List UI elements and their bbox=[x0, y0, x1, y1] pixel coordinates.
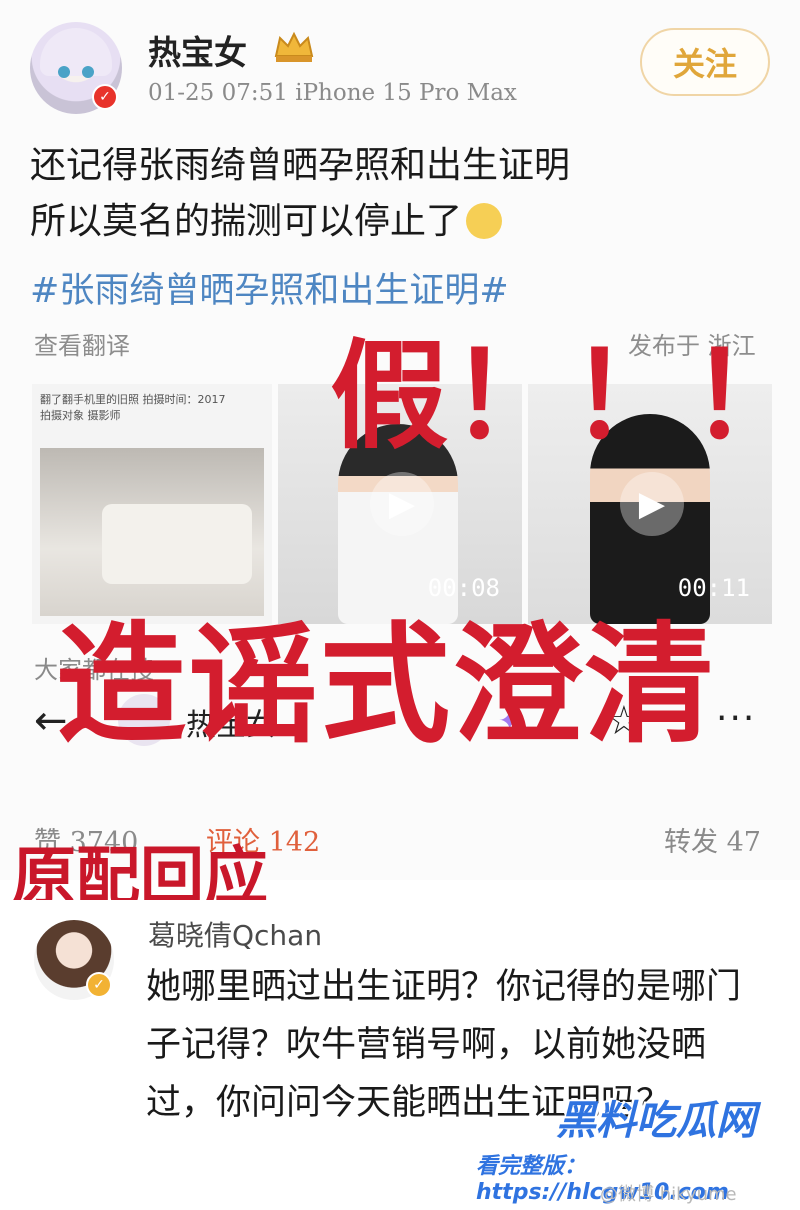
translate-link[interactable]: 查看翻译 bbox=[34, 326, 130, 361]
more-icon[interactable]: ··· bbox=[716, 698, 756, 739]
crown-icon bbox=[274, 31, 314, 62]
rumor-overlay-text: 造谣式澄清 bbox=[56, 609, 717, 761]
play-icon[interactable]: ▶ bbox=[370, 472, 434, 536]
post-meta: 01-25 07:51 iPhone 15 Pro Max bbox=[148, 80, 517, 106]
embedded-screenshot-caption: 翻了翻手机里的旧照 拍摄时间：2017 拍摄对象 摄影师 bbox=[40, 393, 226, 422]
follow-button[interactable]: 关注 bbox=[640, 28, 770, 96]
post-username[interactable]: 热宝女 bbox=[148, 26, 247, 74]
post-line-2: 所以莫名的揣测可以停止了 bbox=[30, 194, 570, 250]
watermark-weibo: @微博 hikyume bbox=[600, 1184, 737, 1205]
fake-overlay-text: 假！！！ bbox=[330, 327, 800, 465]
repost-count[interactable]: 转发 47 bbox=[664, 820, 761, 859]
reply-username[interactable]: 葛晓倩Qchan bbox=[148, 914, 322, 954]
thinking-emoji-icon bbox=[466, 203, 503, 239]
sofa-shape bbox=[102, 504, 252, 584]
post-line-1: 还记得张雨绮曾晒孕照和出生证明 bbox=[30, 145, 571, 186]
verified-badge-icon: ✓ bbox=[92, 84, 118, 110]
avatar-eye-right bbox=[82, 66, 94, 78]
avatar-hair bbox=[40, 28, 112, 76]
avatar-eye-left bbox=[58, 66, 70, 78]
watermark-logo: 黑料吃瓜网 bbox=[556, 1098, 756, 1144]
post-body: 还记得张雨绮曾晒孕照和出生证明 所以莫名的揣测可以停止了 bbox=[30, 138, 570, 250]
gold-verified-badge-icon: ✓ bbox=[86, 972, 112, 998]
play-icon[interactable]: ▶ bbox=[620, 472, 684, 536]
post-line-2-text: 所以莫名的揣测可以停止了 bbox=[30, 201, 463, 242]
